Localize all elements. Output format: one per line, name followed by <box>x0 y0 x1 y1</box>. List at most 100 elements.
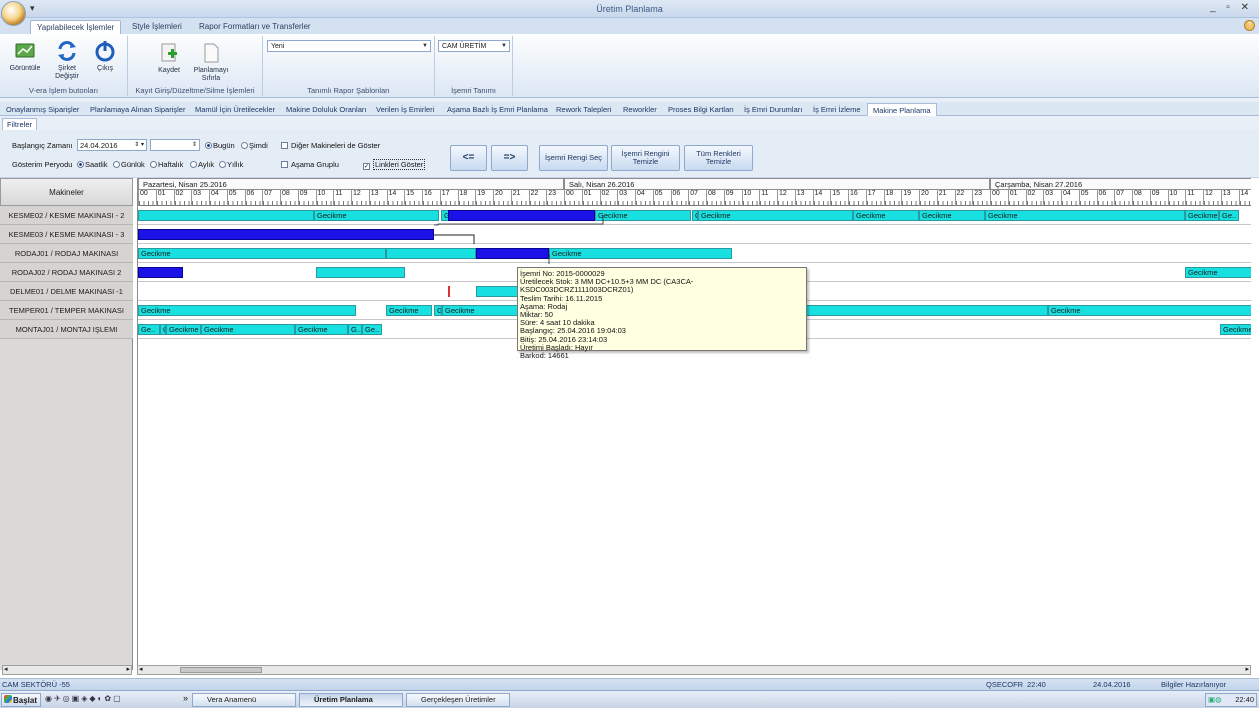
spinner-icon[interactable]: ⇕ <box>192 140 197 151</box>
tab-style-islemleri[interactable]: Style İşlemleri <box>126 20 188 34</box>
rapor-sablon-combo[interactable]: Yeni ▼ <box>267 40 431 52</box>
job-bar[interactable] <box>476 286 521 297</box>
period-monthly-radio[interactable]: Aylık <box>190 160 214 169</box>
job-bar[interactable]: Ge.. <box>362 324 382 335</box>
taskbar-item-uretim-planlama[interactable]: Üretim Planlama <box>299 693 403 707</box>
application-menu-button[interactable] <box>1 1 26 26</box>
scroll-right-icon[interactable]: ▸ <box>1245 665 1249 673</box>
machine-row-label[interactable]: MONTAJ01 / MONTAJ IŞLEMI <box>0 320 133 339</box>
clear-order-color-button[interactable]: İşemri Rengini Temizle <box>611 145 680 171</box>
job-bar-selected[interactable] <box>448 210 595 221</box>
job-bar[interactable] <box>316 267 405 278</box>
tab-is-emri-durumlari[interactable]: İş Emri Durumları <box>739 103 807 116</box>
next-period-button[interactable]: => <box>491 145 528 171</box>
job-bar[interactable]: Gecikme <box>442 305 518 316</box>
job-bar[interactable]: Gecikme <box>1185 267 1251 278</box>
scroll-left-icon[interactable]: ◂ <box>4 665 8 673</box>
job-bar[interactable]: G.. <box>348 324 362 335</box>
job-bar[interactable]: Gecikme <box>595 210 691 221</box>
job-bar[interactable] <box>138 267 183 278</box>
period-weekly-radio[interactable]: Haftalık <box>150 160 183 169</box>
job-bar[interactable]: Gecikme <box>919 210 985 221</box>
tray-icons[interactable]: ▣◍ <box>1208 694 1222 706</box>
goruntule-button[interactable]: Görüntüle <box>6 40 44 73</box>
machine-row-label[interactable]: TEMPER01 / TEMPER MAKINASI <box>0 301 133 320</box>
job-bar[interactable]: Gecikme <box>166 324 201 335</box>
machine-row-label[interactable]: KESME02 / KESME MAKINASI - 2 <box>0 206 133 225</box>
job-bar[interactable]: Gecikme <box>1048 305 1251 316</box>
machine-row-label[interactable]: DELME01 / DELME MAKINASI -1 <box>0 282 133 301</box>
period-daily-radio[interactable]: Günlük <box>113 160 145 169</box>
job-bar[interactable]: Gecikme <box>1220 324 1251 335</box>
start-date-field[interactable]: 24.04.2016 ⇕ ▾ <box>77 139 147 151</box>
tab-is-emri-izleme[interactable]: İş Emri İzleme <box>808 103 866 116</box>
scroll-left-icon[interactable]: ◂ <box>139 665 143 673</box>
job-bar[interactable]: Gecikme <box>314 210 439 221</box>
machine-row-label[interactable]: RODAJ02 / RODAJ MAKINASI 2 <box>0 263 133 282</box>
job-bar[interactable]: Gecikme <box>985 210 1185 221</box>
status-time: 22:40 <box>1027 680 1046 689</box>
tab-verilen-is-emirleri[interactable]: Verilen İş Emirleri <box>371 103 439 116</box>
tab-planlamaya-alinan[interactable]: Planlamaya Alınan Siparişler <box>85 103 190 116</box>
show-links-checkbox[interactable]: ✓ Linkleri Göster <box>363 159 426 170</box>
cikis-button[interactable]: Çıkış <box>88 40 122 73</box>
now-radio[interactable]: Şimdi <box>241 141 268 150</box>
job-bar[interactable]: Gecikme <box>201 324 295 335</box>
machine-row-label[interactable]: KESME03 / KESME MAKINASI - 3 <box>0 225 133 244</box>
spinner-icon[interactable]: ⇕ ▾ <box>134 140 144 151</box>
tab-onaylanmis-siparisler[interactable]: Onaylanmış Siparişler <box>1 103 84 116</box>
tab-makine-doluluk[interactable]: Makine Doluluk Oranları <box>281 103 371 116</box>
show-other-machines-checkbox[interactable]: Diğer Makineleri de Göster <box>281 141 380 150</box>
help-icon[interactable]: ? <box>1244 20 1255 31</box>
tab-rework-talepleri[interactable]: Rework Talepleri <box>551 103 616 116</box>
tab-filtreler[interactable]: Filtreler <box>2 118 38 130</box>
scroll-thumb[interactable] <box>180 667 262 673</box>
job-bar[interactable]: Gecikme <box>386 305 432 316</box>
machine-list-scrollbar[interactable]: ◂ ▸ <box>2 665 132 675</box>
tab-makine-planlama[interactable]: Makine Planlama <box>867 103 937 116</box>
job-bar[interactable] <box>806 305 1048 316</box>
job-bar[interactable]: Gecikme <box>549 248 732 259</box>
pick-order-color-button[interactable]: İşemri Rengi Seç <box>539 145 608 171</box>
kaydet-button[interactable]: Kaydet <box>152 42 186 75</box>
stage-group-checkbox[interactable]: Aşama Gruplu <box>281 160 339 169</box>
job-bar[interactable]: Gecikme <box>138 248 386 259</box>
tab-asama-bazli[interactable]: Aşama Bazlı İş Emri Planlama <box>442 103 553 116</box>
job-bar[interactable]: Gecikme <box>853 210 919 221</box>
tab-reworkler[interactable]: Reworkler <box>618 103 662 116</box>
more-icon[interactable]: » <box>183 693 188 703</box>
machine-row-label[interactable]: RODAJ01 / RODAJ MAKINASI <box>0 244 133 263</box>
tab-yapilabilecek-islemler[interactable]: Yapılabilecek İşlemler <box>30 20 122 34</box>
job-bar[interactable] <box>386 248 476 259</box>
job-bar[interactable]: Gecikme <box>698 210 853 221</box>
previous-period-button[interactable]: <= <box>450 145 487 171</box>
taskbar-item-vera[interactable]: Vera Anamenü <box>192 693 296 707</box>
hour-tick: 20 <box>493 190 511 206</box>
tab-rapor-formatlari[interactable]: Rapor Formatları ve Transferler <box>193 20 317 34</box>
scroll-right-icon[interactable]: ▸ <box>126 665 130 673</box>
job-bar[interactable]: G <box>434 305 442 316</box>
job-bar[interactable]: Ge.. <box>1219 210 1239 221</box>
quick-launch-icons[interactable]: ◉✈◎▣◈◆◐✿▢ <box>45 694 123 703</box>
job-bar[interactable]: Ge.. <box>138 324 160 335</box>
window-controls[interactable]: _ ▫ ✕ <box>1210 2 1253 13</box>
start-button[interactable]: Başlat <box>1 693 41 707</box>
start-time-field[interactable]: ⇕ <box>150 139 200 151</box>
tab-mamul-icin[interactable]: Mamül İçin Üretilecekler <box>190 103 280 116</box>
today-radio[interactable]: Bugün <box>205 141 235 150</box>
job-bar[interactable]: Gecikme <box>295 324 348 335</box>
taskbar-item-gerceklesen[interactable]: Gerçekleşen Üretimler <box>406 693 510 707</box>
clear-all-colors-button[interactable]: Tüm Renkleri Temizle <box>684 145 753 171</box>
job-bar[interactable] <box>138 229 434 240</box>
job-bar-hovered[interactable] <box>476 248 549 259</box>
job-bar[interactable]: Gecikme <box>138 305 356 316</box>
period-yearly-radio[interactable]: Yıllık <box>219 160 243 169</box>
sirket-degistir-button[interactable]: Şirket Değiştir <box>48 40 86 81</box>
tab-proses-bilgi[interactable]: Proses Bilgi Kartları <box>663 103 739 116</box>
planlamayi-sifirla-button[interactable]: Planlamayı Sıfırla <box>188 42 234 83</box>
isemri-tanimi-combo[interactable]: CAM ÜRETİM ▼ <box>438 40 510 52</box>
timeline-scrollbar[interactable]: ◂ ▸ <box>137 665 1251 675</box>
job-bar[interactable] <box>138 210 314 221</box>
job-bar[interactable]: Gecikme <box>1185 210 1219 221</box>
period-hourly-radio[interactable]: Saatlik <box>77 160 108 169</box>
